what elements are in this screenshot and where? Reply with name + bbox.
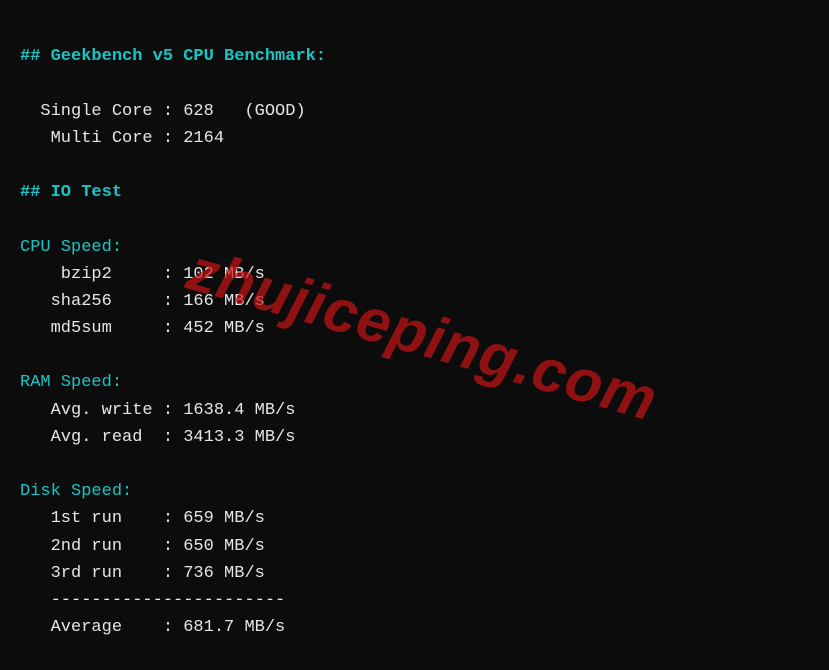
disk-speed-heading: Disk Speed: [20, 482, 132, 501]
disk-run2-value: 650 MB/s [183, 537, 265, 556]
md5sum-value: 452 MB/s [183, 319, 265, 338]
multi-core-value: 2164 [183, 129, 224, 148]
disk-run3-value: 736 MB/s [183, 564, 265, 583]
disk-run2-label: 2nd run : [20, 537, 183, 556]
disk-run3-label: 3rd run : [20, 564, 183, 583]
ram-read-label: Avg. read : [20, 428, 183, 447]
ram-speed-heading: RAM Speed: [20, 373, 122, 392]
geekbench-heading: ## Geekbench v5 CPU Benchmark: [20, 47, 326, 66]
single-core-value: 628 (GOOD) [183, 102, 305, 121]
disk-run1-value: 659 MB/s [183, 509, 265, 528]
ram-read-value: 3413.3 MB/s [183, 428, 295, 447]
sha256-label: sha256 : [20, 292, 183, 311]
cpu-speed-heading: CPU Speed: [20, 238, 122, 257]
disk-divider: ----------------------- [20, 591, 285, 610]
sha256-value: 166 MB/s [183, 292, 265, 311]
ram-write-value: 1638.4 MB/s [183, 401, 295, 420]
ram-write-label: Avg. write : [20, 401, 183, 420]
multi-core-label: Multi Core : [20, 129, 183, 148]
io-test-heading: ## IO Test [20, 183, 122, 202]
single-core-label: Single Core : [20, 102, 183, 121]
bzip2-value: 102 MB/s [183, 265, 265, 284]
disk-avg-label: Average : [20, 618, 183, 637]
bzip2-label: bzip2 : [20, 265, 183, 284]
terminal-output: ## Geekbench v5 CPU Benchmark: Single Co… [0, 0, 829, 657]
md5sum-label: md5sum : [20, 319, 183, 338]
disk-avg-value: 681.7 MB/s [183, 618, 285, 637]
disk-run1-label: 1st run : [20, 509, 183, 528]
